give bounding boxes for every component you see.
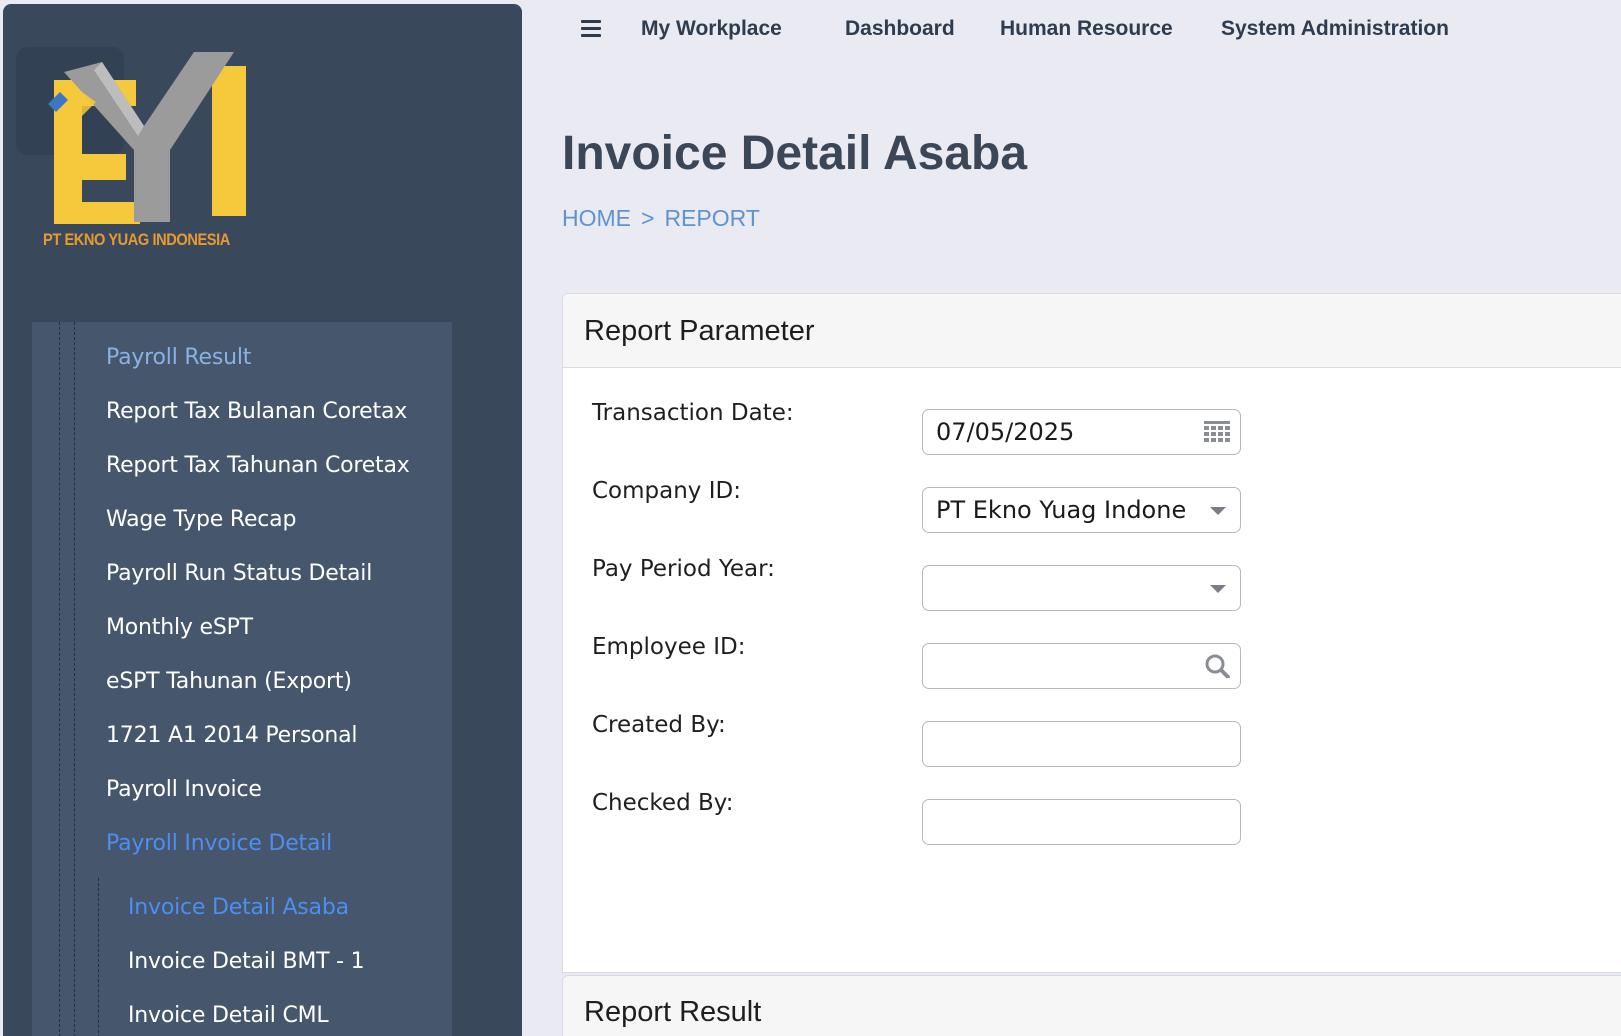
breadcrumb-home[interactable]: HOME bbox=[562, 205, 631, 231]
sidebar-item-payroll-run-status[interactable]: Payroll Run Status Detail bbox=[106, 557, 372, 591]
company-id-select[interactable]: PT Ekno Yuag Indonesia bbox=[922, 487, 1241, 533]
breadcrumb-current[interactable]: REPORT bbox=[664, 205, 759, 231]
company-id-label: Company ID: bbox=[592, 478, 741, 504]
transaction-date-field bbox=[922, 409, 1241, 455]
created-by-input[interactable] bbox=[923, 722, 1240, 766]
report-result-panel: Report Result bbox=[562, 975, 1621, 1036]
search-icon[interactable] bbox=[1204, 654, 1230, 678]
transaction-date-label: Transaction Date: bbox=[592, 400, 794, 426]
breadcrumb: HOME > REPORT bbox=[562, 205, 760, 232]
nav-my-workplace[interactable]: My Workplace bbox=[641, 14, 782, 44]
breadcrumb-separator: > bbox=[641, 205, 655, 231]
report-parameter-title: Report Parameter bbox=[563, 294, 1621, 368]
checked-by-input[interactable] bbox=[923, 800, 1240, 844]
transaction-date-input[interactable] bbox=[923, 410, 1240, 454]
pay-period-year-selected-value bbox=[936, 566, 1186, 610]
report-result-title: Report Result bbox=[584, 996, 762, 1028]
company-logo-text: PT EKNO YUAG INDONESIA bbox=[43, 230, 230, 249]
chevron-down-icon[interactable] bbox=[1210, 507, 1226, 515]
calendar-icon[interactable] bbox=[1204, 421, 1230, 445]
created-by-field bbox=[922, 721, 1241, 767]
pay-period-year-select[interactable] bbox=[922, 565, 1241, 611]
sidebar-item-payroll-result[interactable]: Payroll Result bbox=[106, 341, 251, 375]
sidebar-item-report-tax-bulanan[interactable]: Report Tax Bulanan Coretax bbox=[106, 395, 407, 429]
checked-by-field bbox=[922, 799, 1241, 845]
sidebar-item-report-tax-tahunan[interactable]: Report Tax Tahunan Coretax bbox=[106, 449, 410, 483]
report-parameter-panel: Report Parameter Transaction Date: Compa… bbox=[562, 293, 1621, 973]
app-root: PT EKNO YUAG INDONESIA Payroll Result Re… bbox=[0, 0, 1621, 1036]
sidebar-item-monthly-espt[interactable]: Monthly eSPT bbox=[106, 611, 253, 645]
tree-guide-line bbox=[98, 878, 99, 1036]
sidebar-item-1721-a1[interactable]: 1721 A1 2014 Personal bbox=[106, 719, 358, 753]
company-id-selected-value: PT Ekno Yuag Indonesia bbox=[936, 496, 1186, 524]
checked-by-label: Checked By: bbox=[592, 790, 734, 816]
sidebar-item-wage-type-recap[interactable]: Wage Type Recap bbox=[106, 503, 296, 537]
sidebar-subitem-invoice-detail-asaba[interactable]: Invoice Detail Asaba bbox=[128, 891, 349, 925]
employee-id-label: Employee ID: bbox=[592, 634, 746, 660]
sidebar: PT EKNO YUAG INDONESIA Payroll Result Re… bbox=[3, 4, 522, 1036]
nav-human-resource[interactable]: Human Resource bbox=[1000, 14, 1173, 44]
employee-id-input[interactable] bbox=[923, 644, 1240, 688]
tree-guide-line bbox=[59, 322, 60, 1036]
pay-period-year-label: Pay Period Year: bbox=[592, 556, 775, 582]
sidebar-item-payroll-invoice-detail[interactable]: Payroll Invoice Detail bbox=[106, 827, 332, 861]
tree-guide-line bbox=[74, 322, 75, 1036]
sidebar-item-espt-tahunan[interactable]: eSPT Tahunan (Export) bbox=[106, 665, 352, 699]
nav-dashboard[interactable]: Dashboard bbox=[845, 14, 955, 44]
hamburger-icon[interactable] bbox=[581, 20, 601, 38]
employee-id-field bbox=[922, 643, 1241, 689]
nav-system-administration[interactable]: System Administration bbox=[1221, 14, 1449, 44]
page-title: Invoice Detail Asaba bbox=[562, 127, 1028, 180]
sidebar-item-payroll-invoice[interactable]: Payroll Invoice bbox=[106, 773, 262, 807]
sidebar-subitem-invoice-detail-bmt[interactable]: Invoice Detail BMT - 1 bbox=[128, 945, 365, 979]
sidebar-subitem-invoice-detail-cml[interactable]: Invoice Detail CML bbox=[128, 999, 329, 1033]
created-by-label: Created By: bbox=[592, 712, 726, 738]
chevron-down-icon[interactable] bbox=[1210, 585, 1226, 593]
